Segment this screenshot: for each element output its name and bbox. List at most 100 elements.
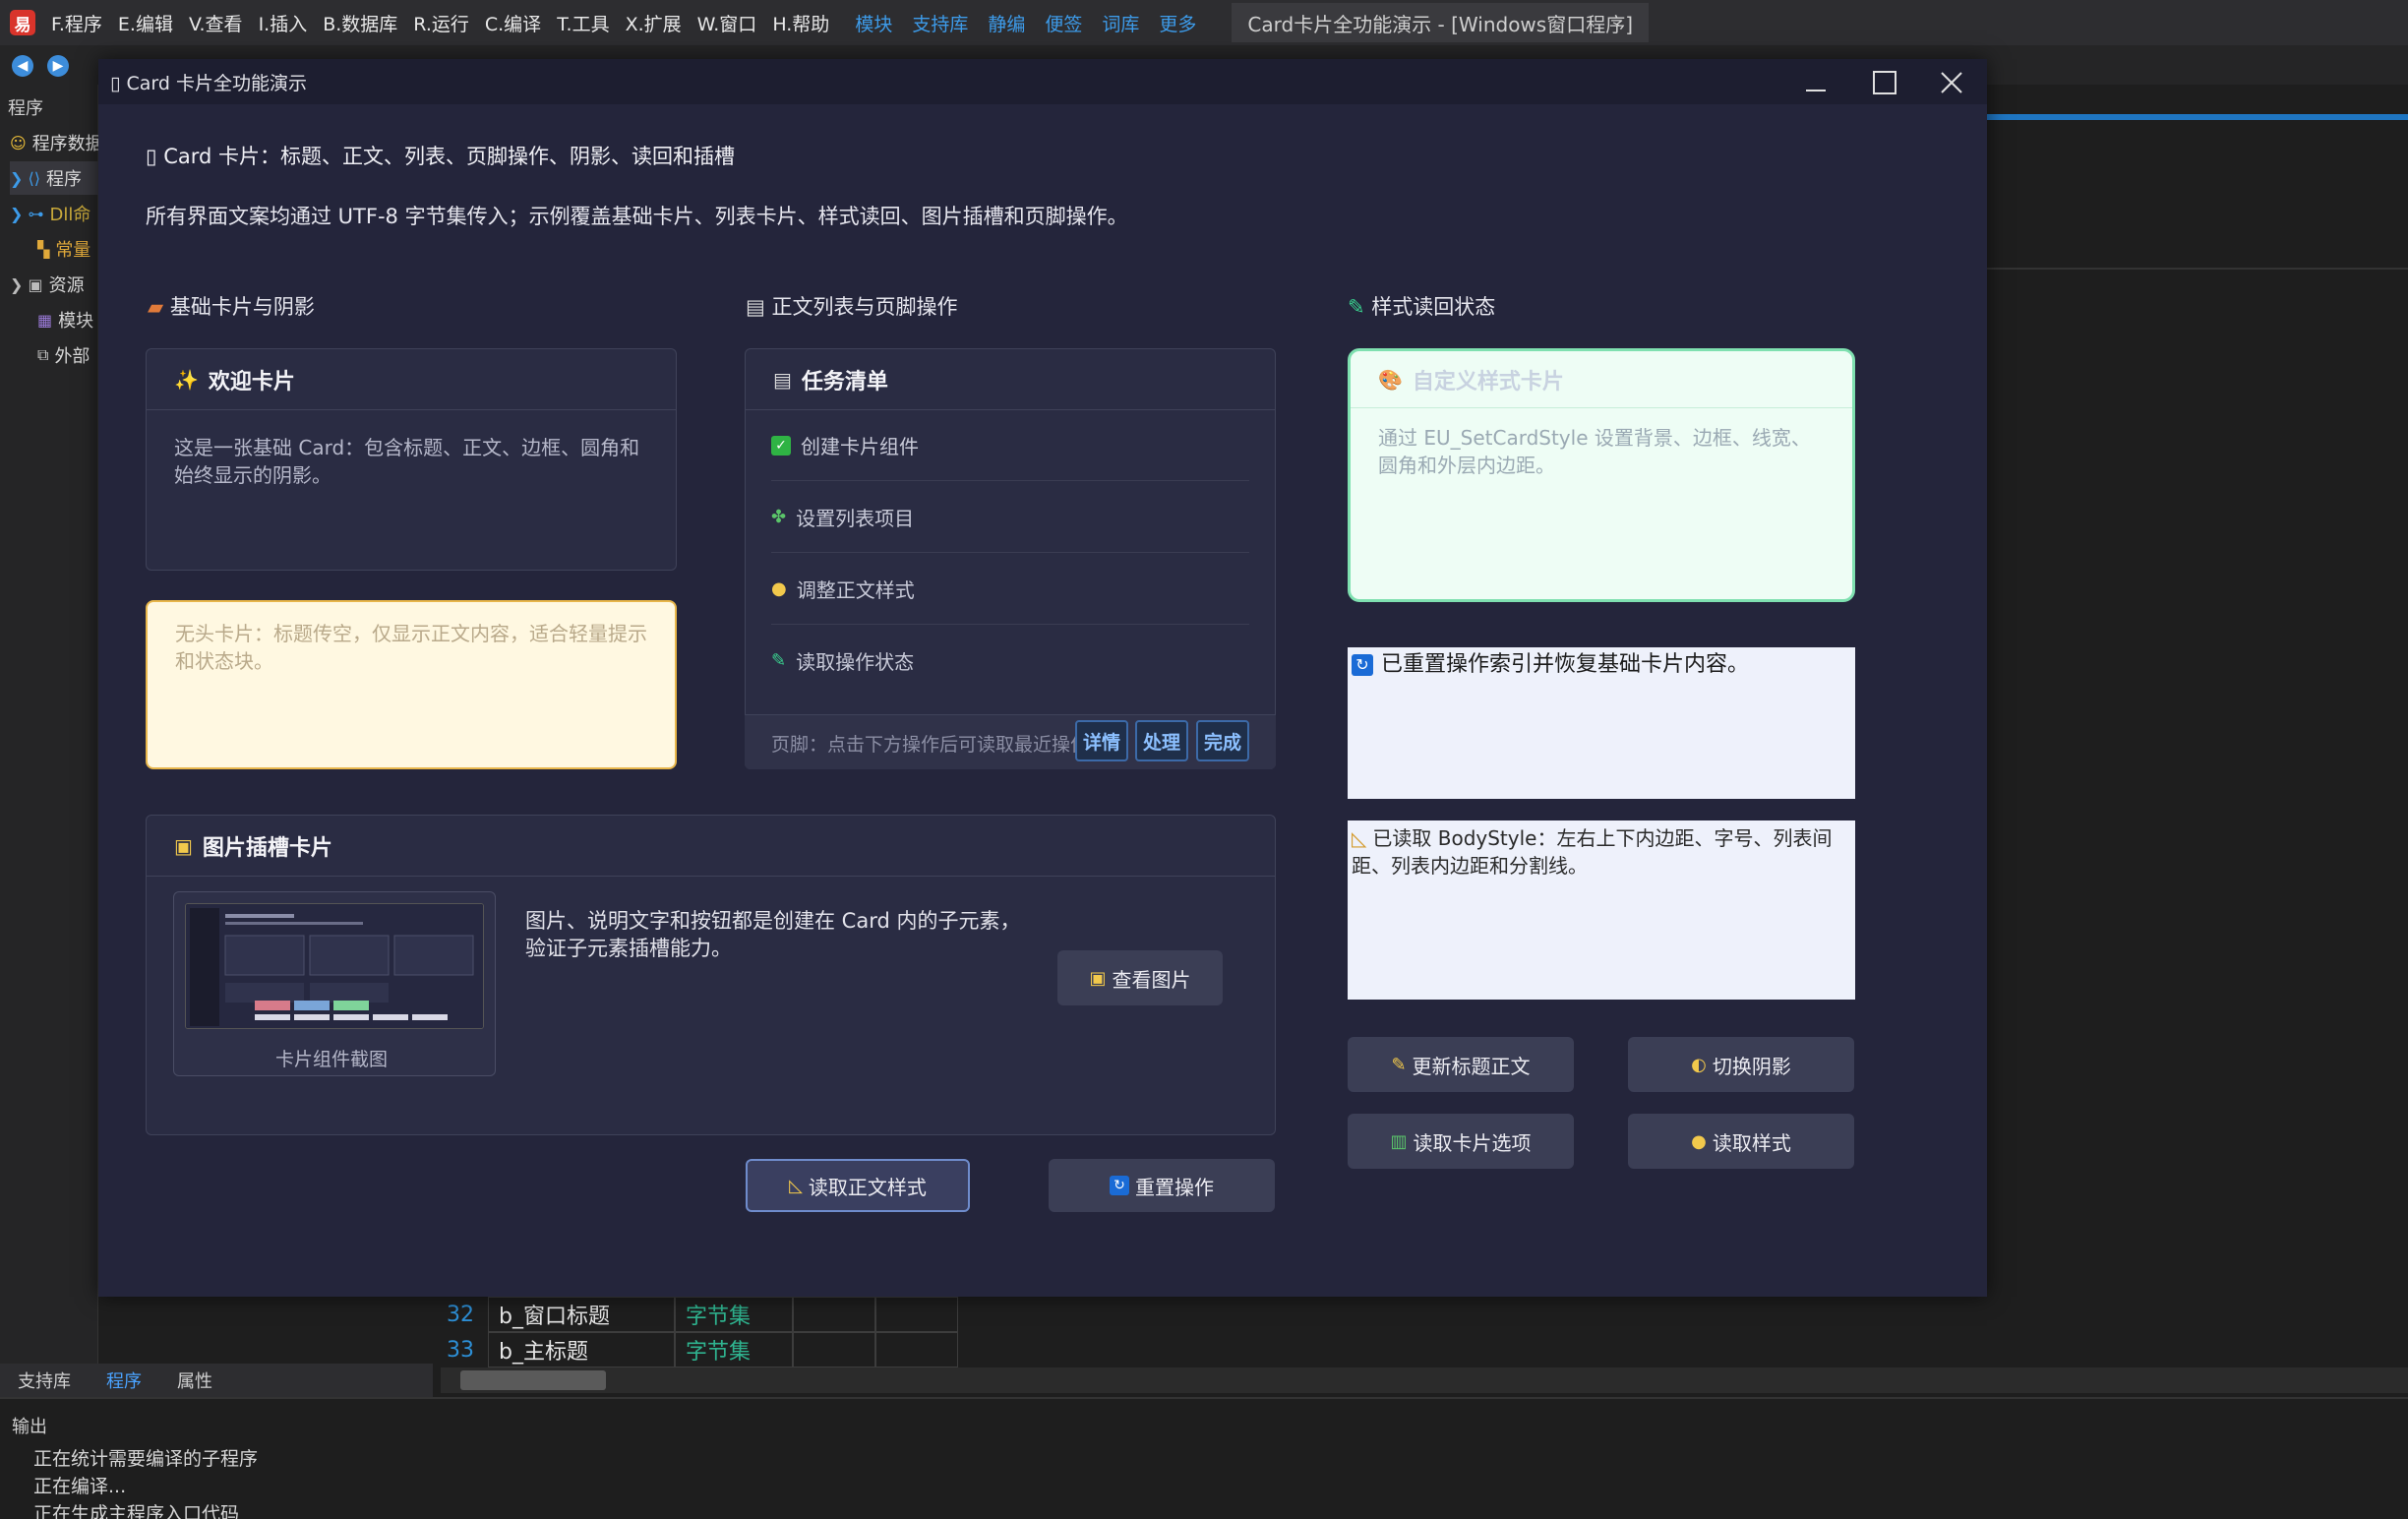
clipboard-icon: ▤ xyxy=(746,295,765,319)
link-notes[interactable]: 便签 xyxy=(1045,10,1082,36)
close-icon[interactable] xyxy=(1922,63,1981,102)
menu-item-extend[interactable]: X.扩展 xyxy=(626,10,682,36)
code-table: 32 b_窗口标题 字节集 33 b_主标题 字节集 xyxy=(433,1297,1987,1367)
status-box-body-style-text: 已读取 BodyStyle：左右上下内边距、字号、列表间距、列表内边距和分割线。 xyxy=(1352,826,1833,878)
menu-item-window[interactable]: W.窗口 xyxy=(697,10,757,36)
tree-item-program[interactable]: ❯ ⟨⟩ 程序 xyxy=(10,161,98,195)
var-name-cell[interactable]: b_窗口标题 xyxy=(488,1297,675,1332)
link-support-lib[interactable]: 支持库 xyxy=(912,10,968,36)
tree-item-program-data[interactable]: ☺ 程序数据 xyxy=(10,126,103,159)
empty-cell[interactable] xyxy=(793,1297,875,1332)
list-item[interactable]: ✎ 读取操作状态 xyxy=(771,625,1249,697)
editor-right-area xyxy=(1987,148,2408,1367)
palette-icon: ● xyxy=(1691,1130,1707,1152)
link-more[interactable]: 更多 xyxy=(1159,10,1196,36)
welcome-card: ✨ 欢迎卡片 这是一张基础 Card：包含标题、正文、边框、圆角和始终显示的阴影… xyxy=(146,348,677,571)
toggle-shadow-button[interactable]: ◐ 切换阴影 xyxy=(1628,1037,1854,1092)
menu-item-database[interactable]: B.数据库 xyxy=(323,10,397,36)
braces-icon: ❯ ⟨⟩ xyxy=(10,168,40,188)
welcome-card-title: 欢迎卡片 xyxy=(208,369,295,395)
tree-item-resource[interactable]: ❯ ▣ 资源 xyxy=(10,268,85,301)
task-card-footer-text: 页脚：点击下方操作后可读取最近操作 xyxy=(771,734,1076,756)
picture-icon: ▣ xyxy=(1089,967,1107,989)
screenshot-thumbnail-graphic xyxy=(186,904,483,1028)
status-box-reset: ↻ 已重置操作索引并恢复基础卡片内容。 xyxy=(1348,647,1855,799)
detail-button[interactable]: 详情 xyxy=(1075,720,1128,761)
section-list-label: 正文列表与页脚操作 xyxy=(771,295,958,319)
section-list: ▤ 正文列表与页脚操作 xyxy=(746,291,958,321)
menu-item-program[interactable]: F.程序 xyxy=(51,10,102,36)
intro-title: ▯ Card 卡片：标题、正文、列表、页脚操作、阴影、读回和插槽 xyxy=(146,145,736,168)
tree-label: 模块 xyxy=(58,311,94,332)
list-item[interactable]: ● 调整正文样式 xyxy=(771,553,1249,625)
smiley-icon: ☺ xyxy=(10,133,27,152)
picture-icon: ▣ xyxy=(174,833,193,858)
menu-item-view[interactable]: V.查看 xyxy=(189,10,243,36)
list-item[interactable]: ✓ 创建卡片组件 xyxy=(771,410,1249,481)
table-row[interactable]: 32 b_窗口标题 字节集 xyxy=(433,1297,1987,1332)
line-number: 32 xyxy=(447,1302,474,1327)
minimize-icon[interactable] xyxy=(1786,63,1845,102)
update-title-button[interactable]: ✎ 更新标题正文 xyxy=(1348,1037,1574,1092)
ruler-icon: ◺ xyxy=(789,1175,803,1196)
empty-cell[interactable] xyxy=(875,1332,958,1367)
process-button[interactable]: 处理 xyxy=(1135,720,1188,761)
link-dictionary[interactable]: 词库 xyxy=(1102,10,1139,36)
horizontal-scrollbar[interactable] xyxy=(441,1367,2408,1393)
forward-icon[interactable]: ▶ xyxy=(47,55,69,77)
tree-item-module[interactable]: ▦ 模块 xyxy=(37,303,93,336)
custom-style-card: 🎨 自定义样式卡片 通过 EU_SetCardStyle 设置背景、边框、线宽、… xyxy=(1348,348,1855,602)
maximize-icon[interactable] xyxy=(1855,63,1914,102)
editor-tab-indicator xyxy=(1987,114,2408,120)
module-icon: ▦ xyxy=(37,310,53,330)
check-icon: ✓ xyxy=(771,435,791,456)
task-card-title: 任务清单 xyxy=(801,369,888,395)
window-titlebar[interactable] xyxy=(98,59,1987,104)
menu-item-run[interactable]: R.运行 xyxy=(413,10,469,36)
table-row[interactable]: 33 b_主标题 字节集 xyxy=(433,1332,1987,1367)
link-static[interactable]: 静编 xyxy=(988,10,1025,36)
menu-item-edit[interactable]: E.编辑 xyxy=(118,10,173,36)
link-module[interactable]: 模块 xyxy=(855,10,892,36)
var-name-cell[interactable]: b_主标题 xyxy=(488,1332,675,1367)
headless-card-body: 无头卡片：标题传空，仅显示正文内容，适合轻量提示和状态块。 xyxy=(175,622,647,673)
list-item-label: 读取操作状态 xyxy=(796,650,915,674)
back-icon[interactable]: ◀ xyxy=(12,55,33,77)
empty-cell[interactable] xyxy=(793,1332,875,1367)
list-item[interactable]: ✤ 设置列表项目 xyxy=(771,481,1249,553)
output-line: 正在生成主程序入口代码 xyxy=(33,1503,240,1519)
refresh-icon: ↻ xyxy=(1110,1176,1129,1195)
tab-program[interactable]: 程序 xyxy=(106,1367,142,1393)
section-basic-label: 基础卡片与阴影 xyxy=(169,295,315,319)
card-screenshot-image[interactable] xyxy=(185,903,484,1029)
editor-divider xyxy=(1987,268,2408,270)
read-style-button[interactable]: ● 读取样式 xyxy=(1628,1114,1854,1169)
tree-item-dll[interactable]: ❯ ⊶ Dll命 xyxy=(10,197,90,230)
headless-card: 无头卡片：标题传空，仅显示正文内容，适合轻量提示和状态块。 xyxy=(146,600,677,769)
tree-item-constant[interactable]: ▚ 常量 xyxy=(37,232,90,266)
read-options-button[interactable]: ▥ 读取卡片选项 xyxy=(1348,1114,1574,1169)
read-body-style-button[interactable]: ◺ 读取正文样式 xyxy=(746,1159,970,1212)
intro-description: 所有界面文案均通过 UTF-8 字节集传入；示例覆盖基础卡片、列表卡片、样式读回… xyxy=(146,205,1128,228)
menu-item-insert[interactable]: I.插入 xyxy=(259,10,308,36)
task-list-card: ▤ 任务清单 ✓ 创建卡片组件 ✤ 设置列表项目 ● 调整正文样式 ✎ 读取操作… xyxy=(745,348,1276,769)
custom-card-title: 自定义样式卡片 xyxy=(1412,369,1564,395)
menu-item-help[interactable]: H.帮助 xyxy=(772,10,829,36)
read-style-label: 读取样式 xyxy=(1712,1130,1791,1155)
menu-item-tools[interactable]: T.工具 xyxy=(557,10,609,36)
ide-window-title[interactable]: Card卡片全功能演示 - [Windows窗口程序] xyxy=(1232,3,1650,42)
tab-support-lib[interactable]: 支持库 xyxy=(18,1367,71,1393)
section-basic: ▰ 基础卡片与阴影 xyxy=(148,291,315,321)
complete-button[interactable]: 完成 xyxy=(1196,720,1249,761)
empty-cell[interactable] xyxy=(875,1297,958,1332)
tab-properties[interactable]: 属性 xyxy=(177,1367,212,1393)
horizontal-scrollbar-thumb[interactable] xyxy=(460,1370,606,1390)
reset-button[interactable]: ↻ 重置操作 xyxy=(1049,1159,1275,1212)
tree-label: 程序数据 xyxy=(31,134,103,154)
tree-item-external[interactable]: ⧉ 外部 xyxy=(37,338,90,372)
view-image-button[interactable]: ▣ 查看图片 xyxy=(1057,950,1223,1005)
var-type-cell[interactable]: 字节集 xyxy=(675,1297,793,1332)
menu-item-compile[interactable]: C.编译 xyxy=(485,10,541,36)
output-title: 输出 xyxy=(12,1417,47,1437)
var-type-cell[interactable]: 字节集 xyxy=(675,1332,793,1367)
